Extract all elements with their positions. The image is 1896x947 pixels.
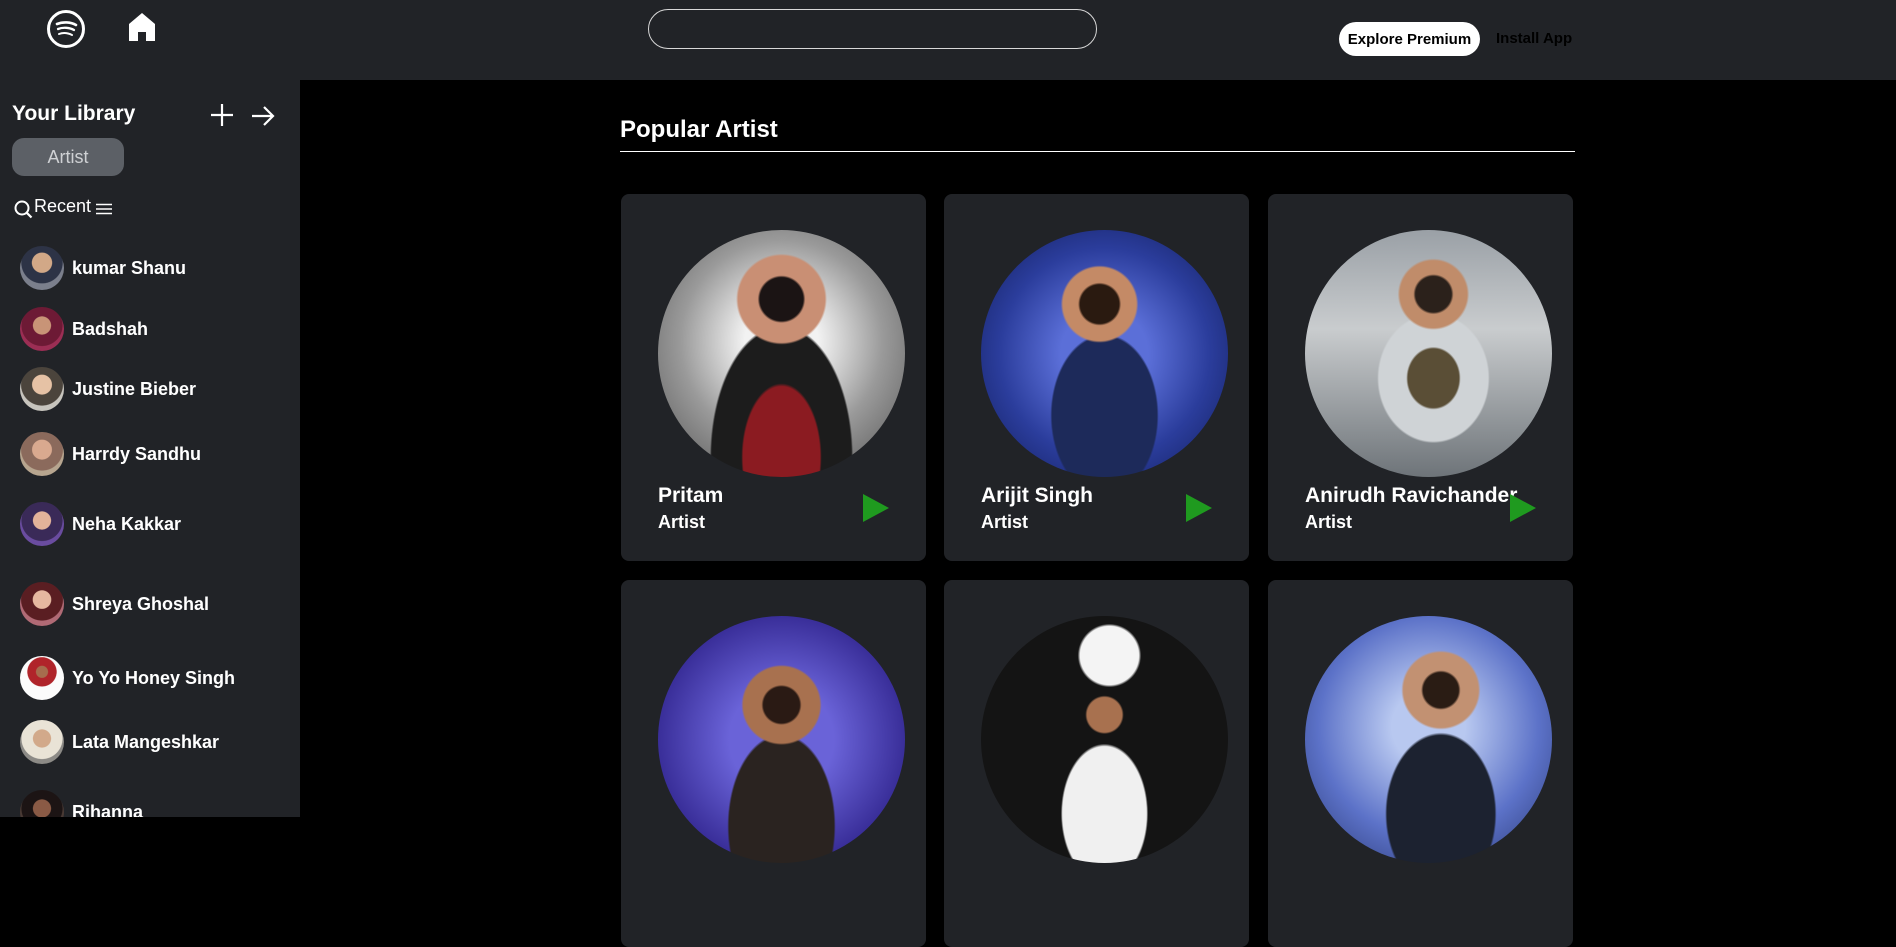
artist-photo (981, 616, 1228, 863)
library-title: Your Library (12, 102, 136, 125)
section-title: Popular Artist (620, 116, 778, 143)
artist-card[interactable] (1268, 580, 1573, 947)
home-icon[interactable] (127, 11, 157, 43)
artist-photo (658, 616, 905, 863)
sidebar-item-label: kumar Shanu (72, 257, 187, 278)
explore-premium-button[interactable]: Explore Premium (1339, 22, 1480, 56)
artist-name: Arijit Singh (981, 484, 1093, 507)
artist-photo (981, 230, 1228, 477)
avatar (20, 307, 64, 351)
sidebar-item-label: Badshah (72, 318, 149, 339)
sidebar-item-label: Harrdy Sandhu (72, 443, 202, 464)
recent-sort-label[interactable]: Recent (34, 196, 91, 217)
plus-icon[interactable] (209, 102, 235, 128)
avatar (20, 790, 64, 817)
sidebar-item-label: Lata Mangeshkar (72, 731, 220, 752)
artist-card[interactable] (944, 580, 1249, 947)
search-icon[interactable] (13, 199, 33, 219)
avatar (20, 720, 64, 764)
artist-subtitle: Artist (658, 512, 706, 532)
avatar (20, 582, 64, 626)
avatar (20, 367, 64, 411)
artist-photo (658, 230, 905, 477)
artist-card-arijit-singh[interactable]: Arijit Singh Artist (944, 194, 1249, 561)
top-bar: Explore Premium Install App (0, 0, 1896, 80)
sidebar-item-harrdy-sandhu[interactable]: Harrdy Sandhu (20, 432, 201, 476)
sidebar-item-shreya-ghoshal[interactable]: Shreya Ghoshal (20, 582, 209, 626)
sidebar-item-neha-kakkar[interactable]: Neha Kakkar (20, 502, 181, 546)
play-icon[interactable] (1508, 492, 1538, 524)
sidebar-item-label: Rihanna (72, 801, 144, 818)
avatar (20, 502, 64, 546)
play-icon[interactable] (1184, 492, 1214, 524)
artist-subtitle: Artist (981, 512, 1029, 532)
artist-card-anirudh-ravichander[interactable]: Anirudh Ravichander Artist (1268, 194, 1573, 561)
play-icon[interactable] (861, 492, 891, 524)
avatar (20, 246, 64, 290)
sidebar-item-label: Shreya Ghoshal (72, 593, 210, 614)
artist-photo (1305, 616, 1552, 863)
artist-subtitle: Artist (1305, 512, 1353, 532)
sidebar-item-kumar-shanu[interactable]: kumar Shanu (20, 246, 186, 290)
sidebar-item-justine-bieber[interactable]: Justine Bieber (20, 367, 196, 411)
spotify-logo-icon[interactable] (47, 10, 85, 48)
list-menu-icon[interactable] (96, 203, 112, 215)
artist-name: Anirudh Ravichander (1305, 484, 1518, 507)
sidebar-item-label: Neha Kakkar (72, 513, 182, 534)
sidebar-item-badshah[interactable]: Badshah (20, 307, 148, 351)
sidebar-item-label: Justine Bieber (72, 378, 197, 399)
search-input[interactable] (648, 9, 1097, 49)
sidebar-item-yo-yo-honey-singh[interactable]: Yo Yo Honey Singh (20, 656, 235, 700)
artist-filter-chip[interactable]: Artist (12, 138, 124, 176)
section-divider (620, 151, 1575, 152)
install-app-link[interactable]: Install App (1496, 30, 1572, 47)
sidebar-item-lata-mangeshkar[interactable]: Lata Mangeshkar (20, 720, 219, 764)
avatar (20, 656, 64, 700)
sidebar-item-label: Yo Yo Honey Singh (72, 667, 236, 688)
artist-card-pritam[interactable]: Pritam Artist (621, 194, 926, 561)
artist-card[interactable] (621, 580, 926, 947)
artist-name: Pritam (658, 484, 724, 507)
library-sidebar: Your Library Artist Recent kumar Shanu B… (0, 80, 300, 817)
sidebar-item-rihanna[interactable]: Rihanna (20, 790, 143, 817)
avatar (20, 432, 64, 476)
arrow-right-icon[interactable] (250, 104, 276, 128)
artist-photo (1305, 230, 1552, 477)
